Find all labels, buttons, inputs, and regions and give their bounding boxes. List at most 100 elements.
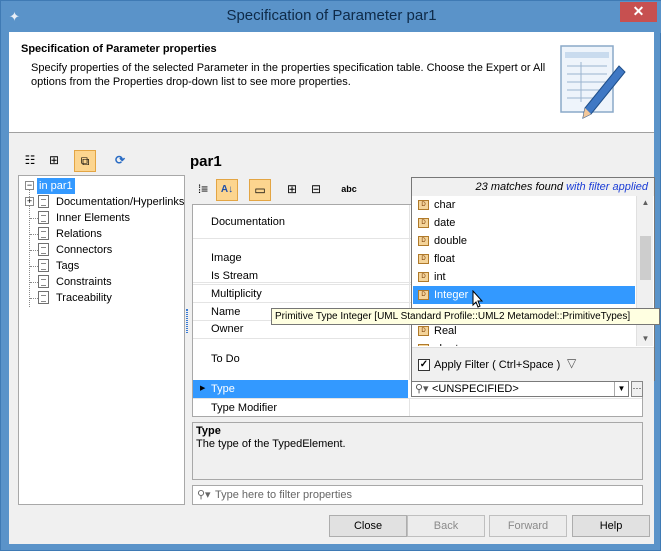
property-value-cell[interactable] — [409, 399, 642, 416]
apply-filter-bar: ✓ Apply Filter ( Ctrl+Space ) ▽ — [412, 347, 654, 381]
property-label: Documentation — [211, 216, 285, 228]
tree-item-label: Connectors — [56, 244, 113, 256]
property-filter[interactable]: ⚲▾ — [192, 485, 643, 505]
list-view-icon[interactable]: ☷ — [19, 150, 41, 172]
datatype-icon: D — [418, 200, 429, 210]
document-icon — [38, 259, 49, 272]
tree-item-connectors[interactable]: Connectors — [19, 242, 184, 258]
table-row-type[interactable]: ▶ Type ⚲▾ <UNSPECIFIED> ▼ ··· — [193, 380, 643, 399]
tree-connector — [30, 298, 38, 299]
sort-alphabetically-icon[interactable]: A↓ — [216, 179, 238, 201]
tree-view-icon[interactable]: ⊞ — [43, 150, 65, 172]
back-button[interactable]: Back — [407, 515, 485, 537]
scroll-up-icon[interactable]: ▲ — [637, 196, 654, 210]
scroll-down-icon[interactable]: ▼ — [637, 332, 654, 346]
browse-button[interactable]: ··· — [631, 381, 643, 397]
close-window-button[interactable]: ✕ — [620, 2, 657, 22]
document-icon — [38, 227, 49, 240]
categorized-view-icon[interactable]: ⁞≡ — [192, 179, 214, 201]
list-item[interactable]: Dshort — [413, 340, 635, 346]
tree-item-traceability[interactable]: Traceability — [19, 290, 184, 306]
close-button[interactable]: Close — [329, 515, 407, 537]
list-item[interactable]: Dint — [413, 268, 635, 286]
property-label: Image — [211, 252, 242, 264]
tree-item-label: Constraints — [56, 276, 112, 288]
header-area: Specification of Parameter properties Sp… — [9, 32, 654, 133]
filter-funnel-icon[interactable]: ▽ — [567, 356, 576, 370]
property-label: Type Modifier — [211, 402, 278, 414]
copy-view-icon[interactable]: ⧉ — [74, 150, 96, 172]
specification-document-icon — [560, 45, 626, 119]
property-label: To Do — [211, 353, 240, 365]
tree-connector — [30, 234, 38, 235]
apply-filter-label[interactable]: Apply Filter ( Ctrl+Space ) — [434, 358, 560, 372]
tree-item-relations[interactable]: Relations — [19, 226, 184, 242]
current-row-arrow-icon: ▶ — [200, 385, 206, 392]
pane-splitter[interactable] — [186, 309, 188, 333]
show-properties-icon[interactable]: ▭ — [249, 179, 271, 201]
property-label: Owner — [211, 323, 244, 335]
tree-connector — [30, 282, 38, 283]
apply-filter-checkbox[interactable]: ✓ — [418, 359, 430, 371]
tree-root-label: in par1 — [37, 178, 75, 194]
type-value: <UNSPECIFIED> — [432, 383, 519, 395]
description-title: Type — [196, 425, 221, 437]
search-icon[interactable]: ⚲▾ — [415, 383, 429, 396]
property-label: Is Stream — [211, 270, 259, 282]
match-count-header: 23 matches found with filter applied — [412, 178, 654, 196]
list-item[interactable]: Dchar — [413, 196, 635, 214]
list-item[interactable]: Ddate — [413, 214, 635, 232]
scroll-thumb[interactable] — [640, 236, 651, 280]
collapse-all-icon[interactable]: ⊟ — [305, 179, 327, 201]
datatype-icon: D — [418, 290, 429, 300]
expand-all-icon[interactable]: ⊞ — [281, 179, 303, 201]
tree-item-tags[interactable]: Tags — [19, 258, 184, 274]
description-pane: Type The type of the TypedElement. — [192, 422, 643, 480]
table-row-type-modifier[interactable]: Type Modifier — [193, 399, 642, 416]
tree-item-label: Documentation/Hyperlinks — [56, 196, 185, 208]
type-selection-popup: 23 matches found with filter applied Dch… — [411, 177, 655, 381]
help-button[interactable]: Help — [572, 515, 650, 537]
document-icon — [38, 275, 49, 288]
tree-item-inner-elements[interactable]: Inner Elements — [19, 210, 184, 226]
document-icon — [38, 243, 49, 256]
dialog-window: ✦ Specification of Parameter par1 ✕ Spec… — [0, 0, 661, 551]
dialog-buttons: Close Back Forward Help — [9, 512, 654, 542]
tree-connector — [30, 250, 38, 251]
header-title: Specification of Parameter properties — [21, 43, 217, 55]
refresh-icon[interactable]: ⟳ — [109, 150, 131, 172]
search-icon: ⚲▾ — [197, 489, 211, 501]
chevron-down-icon[interactable]: ▼ — [614, 382, 628, 396]
specification-tree: − in par1 + Documentation/Hyperlinks Inn… — [18, 175, 185, 505]
datatype-icon: D — [418, 218, 429, 228]
type-combobox[interactable]: ⚲▾ <UNSPECIFIED> ▼ — [411, 381, 629, 397]
datatype-icon: D — [418, 344, 429, 346]
tree-item-label: Relations — [56, 228, 102, 240]
spell-check-icon[interactable]: abc — [338, 179, 360, 201]
datatype-icon: D — [418, 272, 429, 282]
datatype-icon: D — [418, 254, 429, 264]
properties-toolbar: ⁞≡ A↓ ▭ ⊞ ⊟ abc — [192, 179, 407, 201]
list-item[interactable]: Ddouble — [413, 232, 635, 250]
match-count: 23 matches found — [475, 181, 563, 193]
list-item-selected[interactable]: D Integer — [413, 286, 635, 304]
forward-button[interactable]: Forward — [489, 515, 567, 537]
document-icon — [38, 195, 49, 208]
tree-item-label: Tags — [56, 260, 80, 272]
collapse-toggle-icon[interactable]: − — [25, 181, 34, 190]
type-tooltip: Primitive Type Integer [UML Standard Pro… — [271, 308, 660, 325]
tree-item-documentation[interactable]: + Documentation/Hyperlinks — [19, 194, 184, 210]
dialog-client: Specification of Parameter properties Sp… — [9, 32, 660, 544]
tree-item-constraints[interactable]: Constraints — [19, 274, 184, 290]
filter-input[interactable] — [215, 488, 635, 502]
list-item[interactable]: Dfloat — [413, 250, 635, 268]
window-title: Specification of Parameter par1 — [226, 7, 437, 24]
property-label: Multiplicity — [211, 288, 262, 300]
document-icon — [38, 211, 49, 224]
tree-root[interactable]: − in par1 — [23, 178, 163, 194]
title-bar[interactable]: ✦ Specification of Parameter par1 ✕ — [1, 1, 661, 33]
tree-item-label: Inner Elements — [56, 212, 130, 224]
expand-toggle-icon[interactable]: + — [25, 197, 34, 206]
tree-connector — [30, 218, 38, 219]
mouse-cursor-icon — [472, 290, 484, 308]
